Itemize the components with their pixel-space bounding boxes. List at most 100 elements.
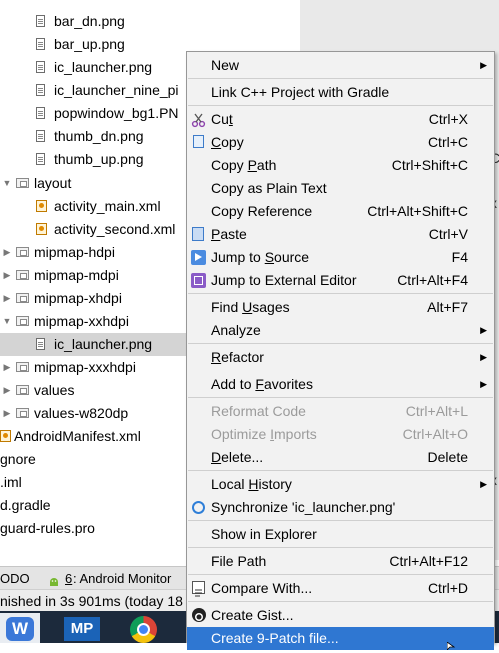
menu-item[interactable]: Create Gist... [187,604,494,627]
menu-item-shortcut: Ctrl+Alt+L [405,403,468,419]
jump-to-source-icon [191,250,206,265]
folder-icon [16,385,29,395]
menu-item-label: Create 9-Patch file... [211,630,339,646]
menu-item-label: Copy Reference [211,203,313,219]
collapsed-arrow-icon[interactable]: ▶ [2,402,12,425]
menu-item-shortcut: Ctrl+C [427,134,468,150]
menu-item-label: Refactor [211,349,264,365]
folder-icon [16,316,29,326]
menu-item[interactable]: Cut Ctrl+X [187,108,494,131]
menu-item[interactable]: Reformat Code Ctrl+Alt+L [187,400,494,423]
xml-file-icon [36,223,47,235]
menu-item-shortcut: Alt+F7 [427,299,468,315]
collapsed-arrow-icon[interactable]: ▶ [2,287,12,310]
collapsed-arrow-icon[interactable]: ▶ [2,379,12,402]
menu-item[interactable]: Local History ▶ [187,473,494,496]
wps-icon: W [6,617,34,641]
menu-separator [188,397,493,398]
menu-separator [188,520,493,521]
menu-item[interactable]: Synchronize 'ic_launcher.png' [187,496,494,519]
menu-item-shortcut: Ctrl+Alt+F12 [389,553,468,569]
chrome-icon [130,616,157,643]
menu-item[interactable]: Jump to External Editor Ctrl+Alt+F4 [187,269,494,292]
menu-item[interactable]: Add to Favorites ▶ [187,373,494,396]
folder-icon [16,178,29,188]
submenu-arrow-icon: ▶ [480,60,487,70]
context-menu: New ▶ Link C++ Project with Gradle Cut Ctrl+… [186,51,495,651]
image-file-icon [36,61,45,73]
menu-item[interactable]: Copy as Plain Text [187,177,494,200]
tree-item-label: mipmap-xxxhdpi [34,359,136,375]
android-icon [48,572,60,586]
submenu-arrow-icon: ▶ [480,352,487,362]
menu-item-shortcut: Ctrl+Alt+O [402,426,468,442]
image-file-icon [36,107,45,119]
menu-item[interactable]: New ▶ [187,54,494,77]
status-text: nished in 3s 901ms (today 18 [0,593,183,609]
menu-item[interactable]: Find Usages Alt+F7 [187,296,494,319]
collapsed-arrow-icon[interactable]: ▶ [2,264,12,287]
menu-item-label: Link C++ Project with Gradle [211,84,390,100]
tree-item-label: activity_second.xml [54,221,176,237]
expanded-arrow-icon[interactable]: ▼ [2,310,12,333]
collapsed-arrow-icon[interactable]: ▶ [2,241,12,264]
todo-tab[interactable]: ODO [0,567,30,590]
menu-item-label: Add to Favorites [211,376,313,392]
tree-item-label: guard-rules.pro [0,520,95,536]
tree-item-label: gnore [0,451,36,467]
menu-item[interactable]: Analyze ▶ [187,319,494,342]
taskbar-app-chrome[interactable] [124,613,164,643]
android-monitor-number[interactable]: 6 [65,567,72,590]
tree-item-label: ic_launcher_nine_pi [54,82,179,98]
tree-item-label: ic_launcher.png [54,336,153,352]
submenu-arrow-icon: ▶ [480,325,487,335]
folder-icon [16,408,29,418]
menu-item-label: Cut [211,111,233,127]
menu-item-label: Delete... [211,449,264,465]
menu-item-label: Reformat Code [211,403,306,419]
menu-item[interactable]: Delete... Delete [187,446,494,469]
menu-item[interactable]: Copy Reference Ctrl+Alt+Shift+C [187,200,494,223]
image-file-icon [36,15,45,27]
sync-icon [192,501,205,514]
xml-file-icon [0,430,11,442]
menu-item[interactable]: Link C++ Project with Gradle [187,81,494,104]
folder-icon [16,362,29,372]
tree-item-label: mipmap-hdpi [34,244,115,260]
menu-item-shortcut: Ctrl+X [428,111,468,127]
menu-item-label: Show in Explorer [211,526,317,542]
menu-item-label: File Path [211,553,267,569]
menu-item[interactable]: Copy Ctrl+C [187,131,494,154]
tree-item-label: AndroidManifest.xml [14,428,141,444]
menu-item-label: New [211,57,240,73]
android-monitor-tab[interactable]: : Android Monitor [73,567,171,590]
menu-item-shortcut: Ctrl+Alt+F4 [397,272,468,288]
tree-item-label: .iml [0,474,22,490]
menu-item[interactable]: Optimize Imports Ctrl+Alt+O [187,423,494,446]
menu-separator [188,78,493,79]
taskbar-app-mp[interactable]: MP [62,613,102,643]
taskbar-app-wps[interactable]: W [0,613,40,643]
external-editor-icon [191,273,206,288]
gist-icon [192,608,206,622]
menu-item[interactable]: Paste Ctrl+V [187,223,494,246]
menu-separator [188,601,493,602]
menu-item[interactable]: Show in Explorer [187,523,494,546]
collapsed-arrow-icon[interactable]: ▶ [2,356,12,379]
tree-item-label: thumb_up.png [54,151,144,167]
tree-item-label: values [34,382,75,398]
tree-item-label: mipmap-mdpi [34,267,119,283]
menu-item-shortcut: Ctrl+V [428,226,468,242]
menu-item[interactable]: Copy Path Ctrl+Shift+C [187,154,494,177]
menu-item-label: Paste [211,226,247,242]
folder-icon [16,293,29,303]
menu-item[interactable]: Jump to Source F4 [187,246,494,269]
menu-item[interactable]: Refactor ▶ [187,346,494,369]
menu-item[interactable]: File Path Ctrl+Alt+F12 [187,550,494,573]
menu-item-label: Local History [211,476,292,492]
expanded-arrow-icon[interactable]: ▼ [2,172,12,195]
xml-file-icon [36,200,47,212]
menu-item[interactable]: Compare With... Ctrl+D [187,577,494,600]
folder-icon [16,247,29,257]
menu-separator [188,574,493,575]
